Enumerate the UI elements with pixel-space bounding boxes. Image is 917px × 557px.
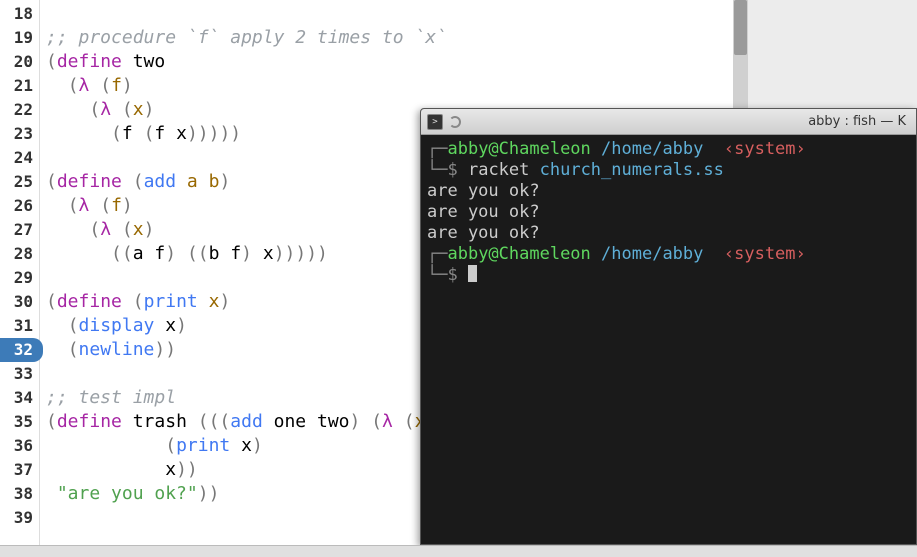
reload-icon	[449, 116, 461, 128]
terminal-titlebar[interactable]: abby : fish — K	[421, 109, 916, 135]
line-number: 30	[0, 290, 39, 314]
line-number: 20	[0, 50, 39, 74]
line-number: 29	[0, 266, 39, 290]
line-number: 38	[0, 482, 39, 506]
line-number: 28	[0, 242, 39, 266]
line-number: 21	[0, 74, 39, 98]
editor-scrollbar-thumb[interactable]	[734, 0, 747, 55]
line-number: 35	[0, 410, 39, 434]
line-number: 39	[0, 506, 39, 530]
line-number: 31	[0, 314, 39, 338]
code-line[interactable]: (define two	[46, 50, 747, 74]
terminal-cursor	[468, 265, 477, 282]
line-number: 23	[0, 122, 39, 146]
line-number: 22	[0, 98, 39, 122]
line-number: 26	[0, 194, 39, 218]
line-number: 34	[0, 386, 39, 410]
terminal-title: abby : fish — K	[467, 114, 910, 129]
terminal-icon	[427, 114, 443, 130]
line-number: 32	[0, 338, 43, 362]
line-number: 19	[0, 26, 39, 50]
line-number: 37	[0, 458, 39, 482]
code-line[interactable]: (λ (f)	[46, 74, 747, 98]
line-number: 33	[0, 362, 39, 386]
line-number: 18	[0, 2, 39, 26]
gutter: 1819202122232425262728293031323334353637…	[0, 0, 40, 545]
line-number: 36	[0, 434, 39, 458]
terminal-window: abby : fish — K ┌─abby@Chameleon /home/a…	[420, 108, 917, 545]
status-bar	[0, 545, 917, 557]
terminal-body[interactable]: ┌─abby@Chameleon /home/abby ‹system› └─$…	[421, 135, 916, 544]
code-line[interactable]: ;; procedure `f` apply 2 times to `x`	[46, 26, 747, 50]
line-number: 27	[0, 218, 39, 242]
line-number: 24	[0, 146, 39, 170]
line-number: 25	[0, 170, 39, 194]
code-line[interactable]	[46, 2, 747, 26]
